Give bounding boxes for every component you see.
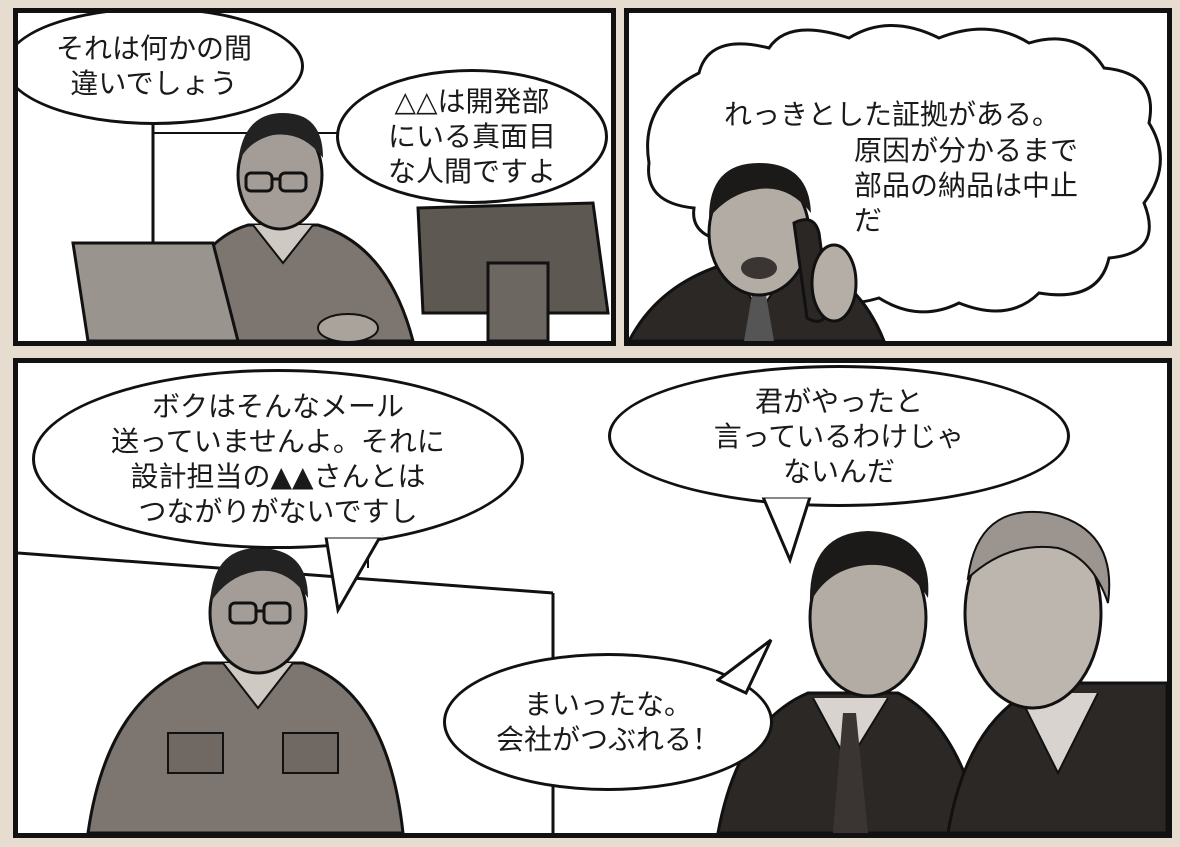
speech-balloon-did-not-send: ボクはそんなメール 送っていませんよ。それに 設計担当の▲▲さんとは つながりが… — [32, 369, 524, 549]
panel-2: れっきとした証拠がある。 原因が分かるまで 部品の納品は中止 だ — [624, 8, 1172, 346]
comic-page: それは何かの間 違いでしょう △△は開発部 にいる真面目 な人間ですよ れっきと… — [0, 0, 1180, 847]
balloon-text-company-collapse: まいったな。 会社がつぶれる！ — [495, 688, 720, 756]
shout-text-evidence: れっきとした証拠がある。 — [724, 98, 1061, 131]
panel-1: それは何かの間 違いでしょう △△は開発部 にいる真面目 な人間ですよ — [13, 8, 616, 346]
panel-3: ボクはそんなメール 送っていませんよ。それに 設計担当の▲▲さんとは つながりが… — [13, 358, 1172, 838]
balloon-text-not-accusing: 君がやったと 言っているわけじゃ ないんだ — [713, 384, 965, 488]
balloon-tail-company-collapse — [716, 638, 773, 695]
balloon-text-mistake: それは何かの間 違いでしょう — [55, 32, 252, 100]
balloon-text-serious-person: △△は開発部 にいる真面目 な人間ですよ — [387, 85, 556, 188]
shout-text-halt-delivery: 原因が分かるまで 部品の納品は中止 だ — [854, 134, 1079, 237]
speech-balloon-serious-person: △△は開発部 にいる真面目 な人間ですよ — [336, 69, 608, 204]
balloon-tail-not-accusing — [760, 495, 813, 565]
balloon-text-did-not-send: ボクはそんなメール 送っていませんよ。それに 設計担当の▲▲さんとは つながりが… — [111, 390, 445, 528]
balloon-tail-did-not-send — [324, 535, 383, 615]
speech-balloon-mistake: それは何かの間 違いでしょう — [18, 13, 304, 125]
speech-balloon-not-accusing: 君がやったと 言っているわけじゃ ないんだ — [608, 365, 1070, 507]
